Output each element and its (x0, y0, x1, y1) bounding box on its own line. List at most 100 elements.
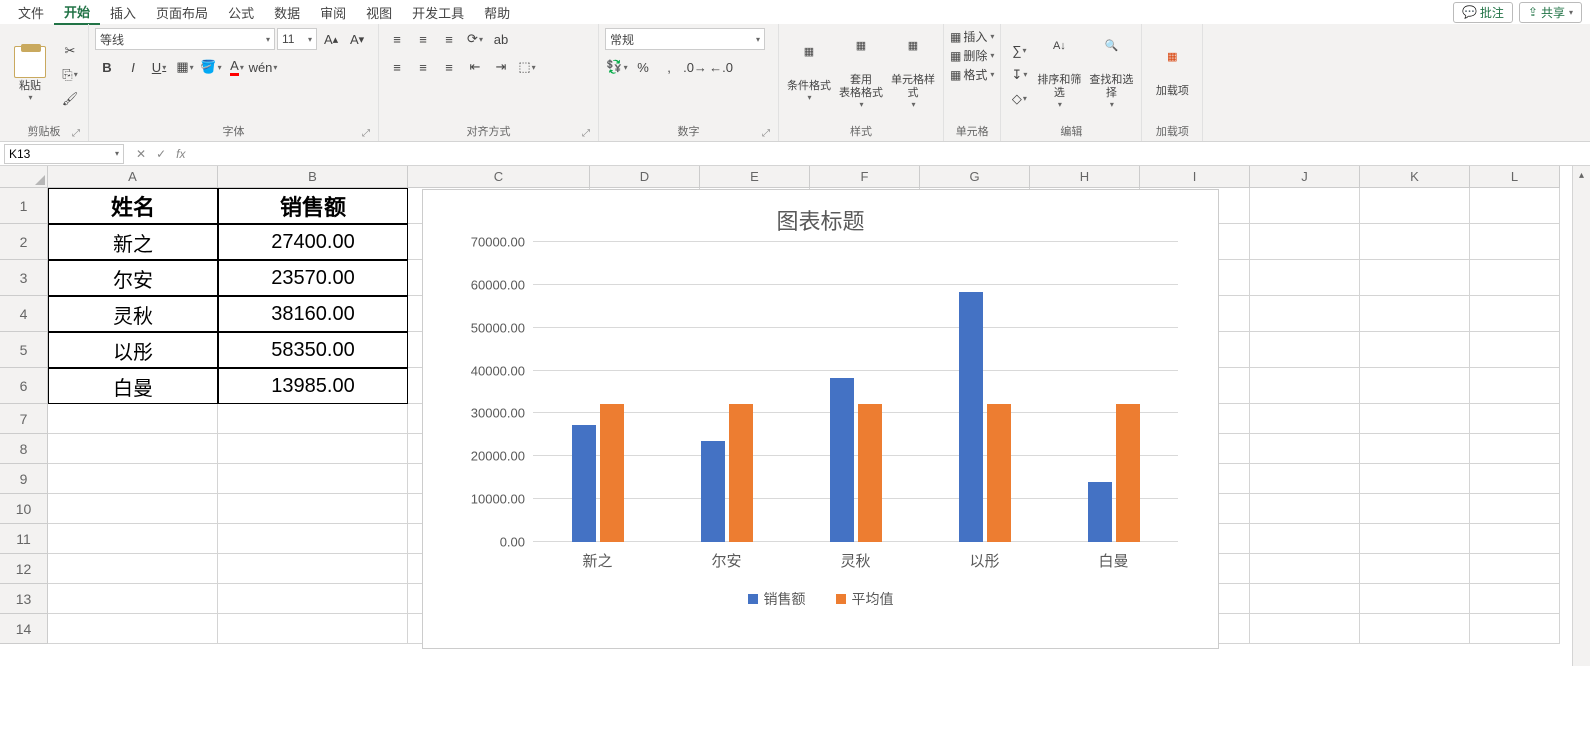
paste-button[interactable]: 粘贴▾ (6, 46, 54, 103)
underline-button[interactable]: U▾ (147, 56, 171, 78)
fx-icon[interactable]: fx (176, 147, 185, 161)
orientation-button[interactable]: ⟳▾ (463, 28, 487, 50)
format-painter-button[interactable]: 🖌 (58, 88, 82, 110)
cell-L6[interactable] (1470, 368, 1560, 404)
cell-J12[interactable] (1250, 554, 1360, 584)
fill-button[interactable]: ↧▾ (1007, 64, 1031, 86)
format-cells-button[interactable]: ▦ 格式 ▾ (950, 66, 994, 83)
scroll-up-icon[interactable]: ▴ (1573, 166, 1590, 184)
cell-K7[interactable] (1360, 404, 1470, 434)
cell-K6[interactable] (1360, 368, 1470, 404)
row-header-2[interactable]: 2 (0, 224, 48, 260)
italic-button[interactable]: I (121, 56, 145, 78)
tab-review[interactable]: 审阅 (310, 1, 356, 24)
tab-help[interactable]: 帮助 (474, 1, 520, 24)
embedded-chart[interactable]: 图表标题 0.0010000.0020000.0030000.0040000.0… (422, 189, 1219, 649)
tab-formula[interactable]: 公式 (218, 1, 264, 24)
cell-L14[interactable] (1470, 614, 1560, 644)
cell-J2[interactable] (1250, 224, 1360, 260)
row-header-10[interactable]: 10 (0, 494, 48, 524)
cell-L3[interactable] (1470, 260, 1560, 296)
cell-B5[interactable]: 58350.00 (218, 332, 408, 368)
tab-insert[interactable]: 插入 (100, 1, 146, 24)
increase-decimal-button[interactable]: .0→ (683, 56, 707, 78)
cell-A14[interactable] (48, 614, 218, 644)
col-header-K[interactable]: K (1360, 166, 1470, 188)
cell-L10[interactable] (1470, 494, 1560, 524)
number-format-combo[interactable]: 常规▾ (605, 28, 765, 50)
cancel-icon[interactable]: ✕ (136, 147, 146, 161)
col-header-J[interactable]: J (1250, 166, 1360, 188)
addins-button[interactable]: ▦加载项 (1148, 51, 1196, 98)
col-header-A[interactable]: A (48, 166, 218, 188)
font-name-combo[interactable]: 等线▾ (95, 28, 275, 50)
cell-K9[interactable] (1360, 464, 1470, 494)
cell-K2[interactable] (1360, 224, 1470, 260)
cell-J7[interactable] (1250, 404, 1360, 434)
tab-data[interactable]: 数据 (264, 1, 310, 24)
row-header-1[interactable]: 1 (0, 188, 48, 224)
cell-J4[interactable] (1250, 296, 1360, 332)
cell-J8[interactable] (1250, 434, 1360, 464)
cell-K11[interactable] (1360, 524, 1470, 554)
vertical-scrollbar[interactable]: ▴ (1572, 166, 1590, 666)
cell-A11[interactable] (48, 524, 218, 554)
cell-K8[interactable] (1360, 434, 1470, 464)
percent-button[interactable]: % (631, 56, 655, 78)
cell-B10[interactable] (218, 494, 408, 524)
row-header-4[interactable]: 4 (0, 296, 48, 332)
select-all-corner[interactable] (0, 166, 48, 188)
cell-A12[interactable] (48, 554, 218, 584)
tab-file[interactable]: 文件 (8, 1, 54, 24)
delete-cells-button[interactable]: ▦ 删除 ▾ (950, 47, 994, 64)
row-header-3[interactable]: 3 (0, 260, 48, 296)
cell-L12[interactable] (1470, 554, 1560, 584)
row-header-11[interactable]: 11 (0, 524, 48, 554)
sort-filter-button[interactable]: A↓排序和筛选▾ (1035, 40, 1083, 110)
cell-J6[interactable] (1250, 368, 1360, 404)
cell-A6[interactable]: 白曼 (48, 368, 218, 404)
indent-increase-button[interactable]: ⇥ (489, 56, 513, 78)
cell-K14[interactable] (1360, 614, 1470, 644)
cell-J14[interactable] (1250, 614, 1360, 644)
cell-B12[interactable] (218, 554, 408, 584)
align-bottom-button[interactable]: ≡ (437, 28, 461, 50)
dialog-launcher-icon[interactable]: ⤢ (72, 128, 80, 139)
cell-B6[interactable]: 13985.00 (218, 368, 408, 404)
cell-A5[interactable]: 以彤 (48, 332, 218, 368)
cell-L13[interactable] (1470, 584, 1560, 614)
font-size-combo[interactable]: 11▾ (277, 28, 317, 50)
increase-font-button[interactable]: A▴ (319, 28, 343, 50)
comments-button[interactable]: 💬 批注 (1453, 2, 1513, 23)
cell-A7[interactable] (48, 404, 218, 434)
copy-button[interactable]: ⎘▾ (58, 64, 82, 86)
formula-input[interactable] (193, 144, 1590, 164)
cell-J10[interactable] (1250, 494, 1360, 524)
share-button[interactable]: ⇪ 共享 ▾ (1519, 2, 1582, 23)
cell-B14[interactable] (218, 614, 408, 644)
row-header-14[interactable]: 14 (0, 614, 48, 644)
find-select-button[interactable]: 🔍查找和选择▾ (1087, 40, 1135, 110)
cell-style-button[interactable]: ▦单元格样式▾ (889, 40, 937, 110)
tab-view[interactable]: 视图 (356, 1, 402, 24)
indent-decrease-button[interactable]: ⇤ (463, 56, 487, 78)
cell-L11[interactable] (1470, 524, 1560, 554)
name-box[interactable]: K13▾ (4, 144, 124, 164)
cell-K10[interactable] (1360, 494, 1470, 524)
row-header-12[interactable]: 12 (0, 554, 48, 584)
col-header-L[interactable]: L (1470, 166, 1560, 188)
clear-button[interactable]: ◇▾ (1007, 88, 1031, 110)
insert-cells-button[interactable]: ▦ 插入 ▾ (950, 28, 994, 45)
col-header-F[interactable]: F (810, 166, 920, 188)
tab-layout[interactable]: 页面布局 (146, 1, 218, 24)
align-top-button[interactable]: ≡ (385, 28, 409, 50)
border-button[interactable]: ▦▾ (173, 56, 197, 78)
bold-button[interactable]: B (95, 56, 119, 78)
tab-dev[interactable]: 开发工具 (402, 1, 474, 24)
currency-button[interactable]: 💱▾ (605, 56, 629, 78)
col-header-B[interactable]: B (218, 166, 408, 188)
col-header-D[interactable]: D (590, 166, 700, 188)
cell-K5[interactable] (1360, 332, 1470, 368)
comma-button[interactable]: , (657, 56, 681, 78)
cell-B13[interactable] (218, 584, 408, 614)
